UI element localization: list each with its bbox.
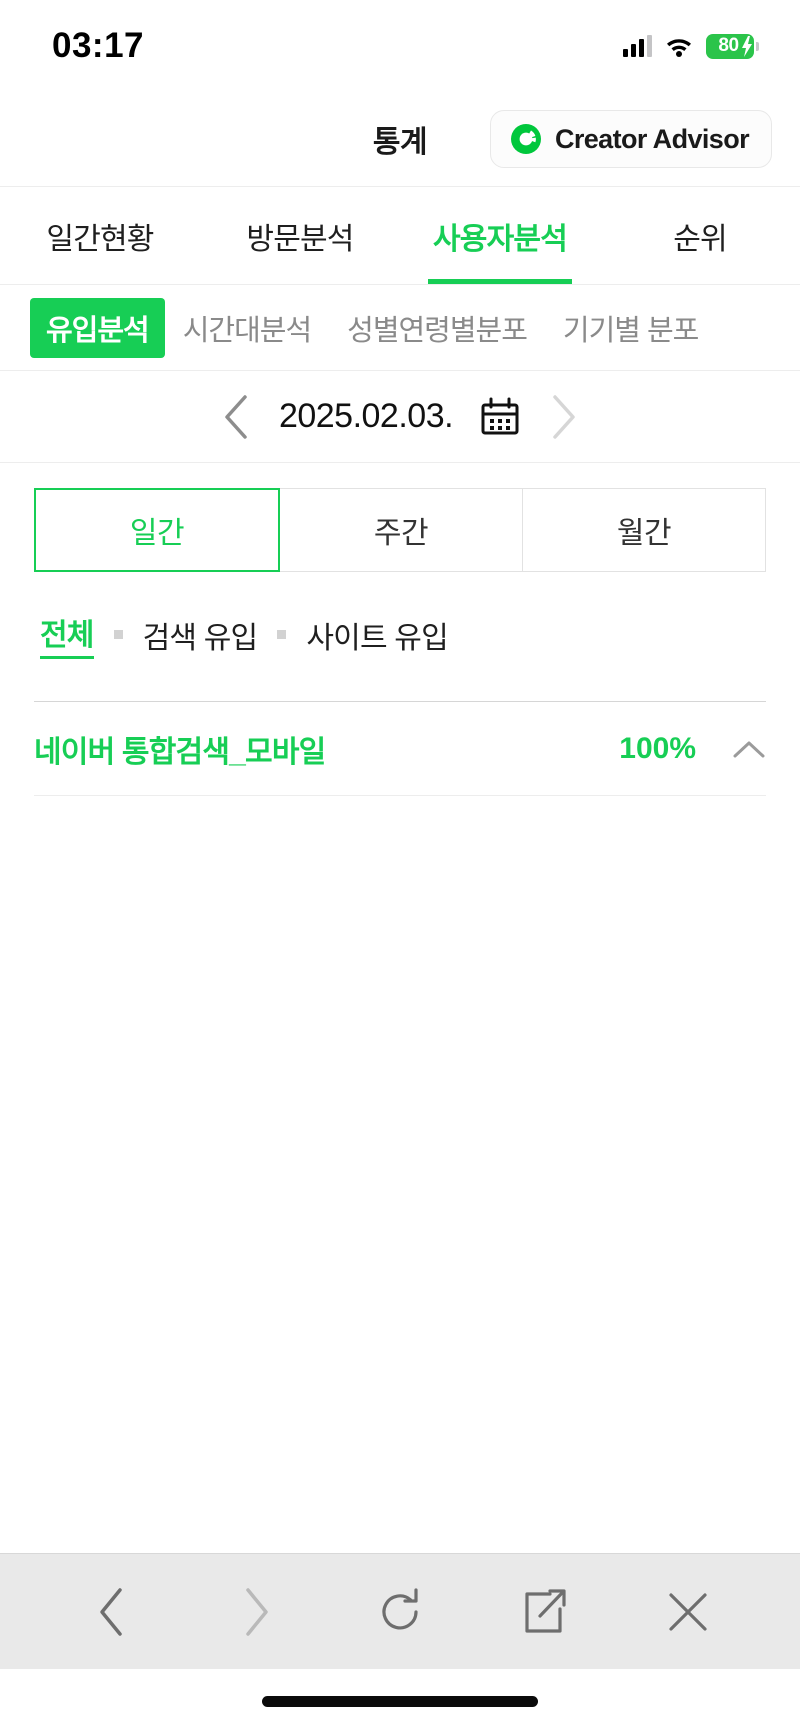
tab-user-analysis[interactable]: 사용자분석: [400, 187, 600, 284]
battery-level: 80: [718, 35, 739, 56]
status-bar: 03:17 80: [0, 0, 800, 92]
subtab-gender-age-distribution[interactable]: 성별연령별분포: [329, 307, 545, 349]
home-indicator[interactable]: [262, 1695, 538, 1707]
sub-tab-bar: 유입분석 시간대분석 성별연령별분포 기기별 분포: [0, 285, 800, 371]
period-daily-button[interactable]: 일간: [34, 488, 280, 572]
forward-chevron-icon[interactable]: [221, 1577, 291, 1647]
phone-screen: 03:17 80 통계 Creator Advisor 일간현황 방문분석 사용…: [0, 0, 800, 1733]
date-navigator: 2025.02.03.: [0, 371, 800, 463]
refresh-icon[interactable]: [365, 1577, 435, 1647]
filter-separator-dot: [113, 630, 123, 639]
inflow-list: 네이버 통합검색_모바일 100%: [0, 659, 800, 1175]
page-header: 통계 Creator Advisor: [0, 92, 800, 187]
filter-separator-dot: [277, 630, 287, 639]
close-icon[interactable]: [653, 1577, 723, 1647]
page-title: 통계: [372, 126, 428, 159]
period-segment-wrapper: 일간 주간 월간: [0, 463, 800, 572]
creator-advisor-logo-icon: [509, 122, 543, 156]
calendar-icon[interactable]: [479, 396, 521, 438]
browser-toolbar: [0, 1553, 800, 1669]
inflow-source-label: 네이버 통합검색_모바일: [34, 735, 326, 769]
filter-search-inflow[interactable]: 검색 유입: [143, 613, 259, 657]
filter-site-inflow[interactable]: 사이트 유입: [306, 613, 448, 657]
chevron-up-icon[interactable]: [732, 738, 766, 760]
status-time: 03:17: [52, 26, 145, 65]
tab-visit-analysis[interactable]: 방문분석: [200, 187, 400, 284]
content-empty-area: [0, 1174, 800, 1553]
home-indicator-area: [0, 1669, 800, 1733]
subtab-time-analysis[interactable]: 시간대분석: [165, 307, 329, 349]
period-weekly-button[interactable]: 주간: [280, 488, 523, 572]
share-icon[interactable]: [509, 1577, 579, 1647]
subtab-device-distribution[interactable]: 기기별 분포: [545, 307, 716, 349]
status-indicators: 80: [623, 33, 759, 59]
period-monthly-button[interactable]: 월간: [523, 488, 766, 572]
inflow-filter-row: 전체 검색 유입 사이트 유입: [0, 572, 800, 659]
selected-date[interactable]: 2025.02.03.: [279, 397, 454, 436]
tab-ranking[interactable]: 순위: [600, 187, 800, 284]
creator-advisor-button[interactable]: Creator Advisor: [489, 110, 772, 168]
back-chevron-icon[interactable]: [77, 1577, 147, 1647]
wifi-icon: [665, 35, 693, 57]
chevron-right-icon[interactable]: [547, 392, 581, 442]
inflow-source-percent: 100%: [619, 731, 696, 765]
list-item[interactable]: 네이버 통합검색_모바일 100%: [34, 702, 766, 796]
tab-daily-status[interactable]: 일간현황: [0, 187, 200, 284]
subtab-inflow-analysis[interactable]: 유입분석: [30, 297, 165, 358]
chevron-left-icon[interactable]: [219, 392, 253, 442]
filter-all[interactable]: 전체: [40, 610, 94, 659]
battery-charging-icon: 80: [706, 33, 759, 59]
cellular-signal-icon: [623, 35, 652, 57]
period-segmented-control: 일간 주간 월간: [34, 488, 766, 572]
main-tab-bar: 일간현황 방문분석 사용자분석 순위: [0, 187, 800, 285]
creator-advisor-label: Creator Advisor: [554, 123, 750, 154]
